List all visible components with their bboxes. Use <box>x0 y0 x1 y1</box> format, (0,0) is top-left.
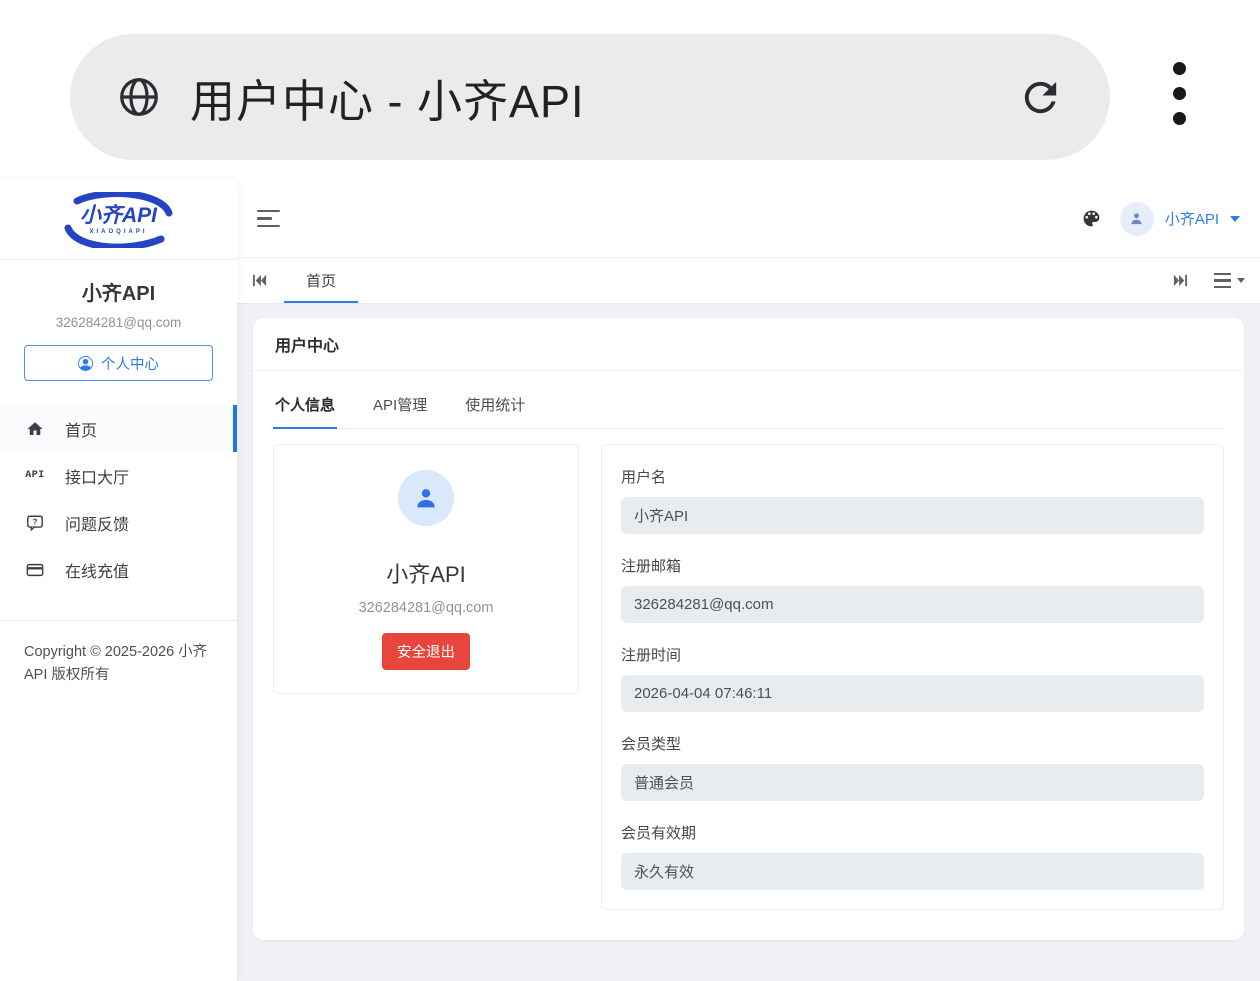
sidebar-item-label: 在线充值 <box>65 558 129 582</box>
field-member-type: 会员类型 普通会员 <box>621 733 1204 801</box>
field-label: 注册时间 <box>621 644 1204 665</box>
field-label: 注册邮箱 <box>621 555 1204 576</box>
person-icon <box>412 484 440 512</box>
refresh-icon[interactable] <box>1017 74 1064 121</box>
chevron-down-icon <box>1230 216 1240 222</box>
sidebar-item-feedback[interactable]: ? 问题反馈 <box>0 499 237 546</box>
tab-label: 个人信息 <box>275 397 335 414</box>
register-time-field[interactable]: 2026-04-04 07:46:11 <box>621 675 1204 712</box>
browser-menu-icon[interactable] <box>1173 62 1186 125</box>
person-icon <box>1128 210 1145 227</box>
field-register-email: 注册邮箱 326284281@qq.com <box>621 555 1204 623</box>
member-type-field[interactable]: 普通会员 <box>621 764 1204 801</box>
tab-usage-stats[interactable]: 使用统计 <box>463 384 527 428</box>
card-tabs: 个人信息 API管理 使用统计 <box>273 384 1224 429</box>
tab-personal-info[interactable]: 个人信息 <box>273 384 337 428</box>
main-area: 小齐API 首页 <box>237 180 1260 981</box>
logo-subtext: XIAOQIAPI <box>89 229 147 235</box>
credit-card-icon <box>24 561 46 579</box>
scroll-tabs-start-icon[interactable] <box>252 273 267 288</box>
page-title: 用户中心 - 小齐API <box>190 65 1017 130</box>
sidebar: 小齐API XIAOQIAPI 小齐API 326284281@qq.com 个… <box>0 180 237 981</box>
header-user-name: 小齐API <box>1165 208 1219 229</box>
field-register-time: 注册时间 2026-04-04 07:46:11 <box>621 644 1204 712</box>
field-label: 会员有效期 <box>621 822 1204 843</box>
member-validity-field[interactable]: 永久有效 <box>621 853 1204 890</box>
api-icon: API <box>24 470 46 481</box>
field-username: 用户名 小齐API <box>621 466 1204 534</box>
top-header: 小齐API <box>237 180 1260 258</box>
profile-panel: 小齐API 326284281@qq.com 安全退出 <box>273 444 579 694</box>
sidebar-user-summary: 小齐API 326284281@qq.com 个人中心 <box>0 260 237 381</box>
sidebar-nav: 首页 API 接口大厅 ? 问题反馈 <box>0 405 237 593</box>
copyright-text: Copyright © 2025-2026 小齐 API 版权所有 <box>0 621 237 707</box>
tab-api-management[interactable]: API管理 <box>371 384 429 428</box>
globe-icon <box>116 74 162 120</box>
person-circle-icon <box>78 356 93 371</box>
avatar <box>398 470 454 526</box>
profile-email: 326284281@qq.com <box>294 600 558 616</box>
sidebar-item-api-hall[interactable]: API 接口大厅 <box>0 452 237 499</box>
card-body: 小齐API 326284281@qq.com 安全退出 用户名 小齐API 注册… <box>253 429 1244 930</box>
tab-label: 使用统计 <box>465 397 525 414</box>
sidebar-user-email: 326284281@qq.com <box>0 315 237 330</box>
page-tabbar: 首页 <box>237 258 1260 304</box>
user-dropdown[interactable]: 小齐API <box>1120 202 1240 236</box>
sidebar-item-label: 接口大厅 <box>65 464 129 488</box>
sidebar-item-home[interactable]: 首页 <box>0 405 237 452</box>
content-area: 用户中心 个人信息 API管理 使用统计 <box>237 304 1260 981</box>
card-title: 用户中心 <box>253 318 1244 371</box>
profile-center-label: 个人中心 <box>101 353 159 374</box>
avatar <box>1120 202 1154 236</box>
field-member-validity: 会员有效期 永久有效 <box>621 822 1204 890</box>
browser-chrome: 用户中心 - 小齐API <box>0 0 1260 180</box>
tab-label: API管理 <box>373 397 427 414</box>
url-bar[interactable]: 用户中心 - 小齐API <box>70 34 1110 160</box>
sidebar-user-name: 小齐API <box>0 277 237 306</box>
sidebar-item-recharge[interactable]: 在线充值 <box>0 546 237 593</box>
logo-text: 小齐API <box>80 205 157 226</box>
home-icon <box>24 420 46 438</box>
tab-options-icon[interactable] <box>1214 273 1245 288</box>
profile-center-button[interactable]: 个人中心 <box>24 345 213 381</box>
logout-button[interactable]: 安全退出 <box>382 633 470 670</box>
username-field[interactable]: 小齐API <box>621 497 1204 534</box>
sidebar-item-label: 问题反馈 <box>65 511 129 535</box>
tab-home[interactable]: 首页 <box>284 258 358 303</box>
app-shell: 小齐API XIAOQIAPI 小齐API 326284281@qq.com 个… <box>0 180 1260 981</box>
sidebar-item-label: 首页 <box>65 417 97 441</box>
feedback-icon: ? <box>24 514 46 532</box>
theme-palette-icon[interactable] <box>1081 208 1102 229</box>
scroll-tabs-end-icon[interactable] <box>1173 273 1188 288</box>
field-label: 会员类型 <box>621 733 1204 754</box>
sidebar-toggle-icon[interactable] <box>257 210 280 228</box>
sidebar-logo[interactable]: 小齐API XIAOQIAPI <box>0 180 237 260</box>
svg-text:?: ? <box>33 517 38 526</box>
user-center-card: 用户中心 个人信息 API管理 使用统计 <box>253 318 1244 940</box>
tab-label: 首页 <box>306 270 336 291</box>
field-label: 用户名 <box>621 466 1204 487</box>
profile-name: 小齐API <box>294 557 558 589</box>
account-info-panel: 用户名 小齐API 注册邮箱 326284281@qq.com 注册时间 202… <box>601 444 1224 910</box>
register-email-field[interactable]: 326284281@qq.com <box>621 586 1204 623</box>
